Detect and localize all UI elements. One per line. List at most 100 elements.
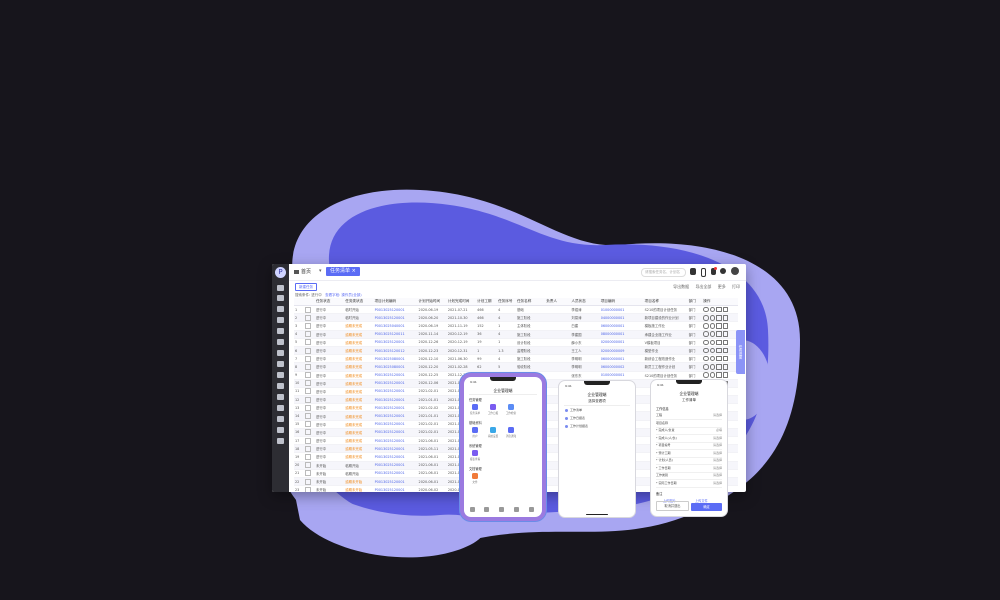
sidebar-nav-icon[interactable] bbox=[277, 438, 284, 444]
row-checkbox[interactable] bbox=[305, 478, 312, 485]
form-row[interactable]: * 项目编号 请选择 bbox=[656, 443, 722, 450]
sidebar-nav-icon[interactable] bbox=[277, 306, 284, 312]
row-checkbox[interactable] bbox=[305, 429, 312, 436]
row-checkbox[interactable] bbox=[305, 314, 312, 321]
column-header[interactable]: 计划开始时间 bbox=[417, 298, 447, 306]
view-icon[interactable] bbox=[703, 347, 709, 354]
row-checkbox[interactable] bbox=[305, 372, 312, 379]
column-header[interactable] bbox=[294, 298, 305, 306]
tab-home-icon[interactable] bbox=[470, 507, 475, 512]
form-row[interactable]: * 工作日期 请选择 bbox=[656, 466, 722, 473]
row-checkbox[interactable] bbox=[305, 470, 312, 477]
copy-icon[interactable] bbox=[716, 339, 722, 346]
sidebar-nav-icon[interactable] bbox=[277, 295, 284, 301]
form-row[interactable]: * 实际工作日期 请选择 bbox=[656, 481, 722, 488]
column-header[interactable]: 负责人 bbox=[545, 298, 571, 306]
sidebar-nav-icon[interactable] bbox=[277, 394, 284, 400]
print-button[interactable]: 打印 bbox=[732, 284, 740, 289]
search-icon[interactable] bbox=[690, 268, 696, 275]
row-checkbox[interactable] bbox=[305, 453, 312, 460]
file-icon[interactable] bbox=[472, 473, 478, 479]
export-button[interactable]: 导出数据 bbox=[673, 284, 689, 289]
search-input[interactable]: 请搜索任务名、计划名 bbox=[641, 268, 686, 277]
column-header[interactable]: 项目编码 bbox=[599, 298, 644, 306]
list-item[interactable]: 工作日报表 bbox=[565, 416, 585, 420]
column-header[interactable]: 计划工期 bbox=[476, 298, 498, 306]
row-checkbox[interactable] bbox=[305, 331, 312, 338]
delete-icon[interactable] bbox=[722, 331, 729, 337]
help-icon[interactable] bbox=[720, 268, 726, 274]
tab-grid-icon[interactable] bbox=[514, 507, 519, 512]
delete-icon[interactable] bbox=[722, 372, 729, 378]
tab-chart-icon[interactable] bbox=[499, 507, 504, 512]
delete-icon[interactable] bbox=[722, 355, 729, 362]
delete-icon[interactable] bbox=[722, 364, 729, 370]
view-icon[interactable] bbox=[703, 306, 709, 313]
edit-icon[interactable] bbox=[709, 372, 716, 378]
edit-icon[interactable] bbox=[709, 355, 716, 362]
table-row[interactable]: 6 进行中 逾期未完成 P0013025120012 2020-12-23 2020-12… bbox=[294, 346, 738, 356]
chevron-down-icon[interactable]: ▾ bbox=[319, 268, 322, 274]
row-checkbox[interactable] bbox=[305, 462, 312, 469]
list-item[interactable]: 工作计划报表 bbox=[565, 424, 588, 428]
form-row[interactable]: 工程 请选择 bbox=[656, 413, 722, 420]
export-all-button[interactable]: 导出全部 bbox=[695, 284, 711, 289]
copy-icon[interactable] bbox=[716, 355, 722, 362]
sidebar-nav-icon[interactable] bbox=[277, 372, 284, 378]
row-checkbox[interactable] bbox=[305, 339, 312, 346]
list-item[interactable]: 工作清单 bbox=[565, 408, 582, 412]
edit-icon[interactable] bbox=[709, 315, 716, 321]
sidebar-nav-icon[interactable] bbox=[277, 328, 284, 334]
delete-icon[interactable] bbox=[722, 315, 729, 321]
search-icon[interactable] bbox=[508, 404, 514, 410]
row-checkbox[interactable] bbox=[305, 363, 312, 370]
row-checkbox[interactable] bbox=[305, 306, 312, 313]
side-progress-tab[interactable]: 任务进度 bbox=[736, 330, 745, 374]
row-checkbox[interactable] bbox=[305, 445, 312, 452]
column-header[interactable]: 任务序号 bbox=[497, 298, 516, 306]
tab-home[interactable]: 首页 bbox=[294, 268, 311, 275]
cancel-button[interactable]: 取消并退出 bbox=[656, 501, 689, 511]
tab-user-icon[interactable] bbox=[529, 507, 534, 512]
phone-icon[interactable] bbox=[701, 268, 706, 277]
table-row[interactable]: 5 进行中 逾期未完成 P0013025120001 2020-12-26 2020-12… bbox=[294, 338, 738, 347]
view-icon[interactable] bbox=[703, 364, 709, 370]
form-row[interactable]: * 预计工期 请选择 bbox=[656, 451, 722, 458]
form-row[interactable]: 工作类别 请选择 bbox=[656, 473, 722, 480]
column-header[interactable]: 任务状态 bbox=[314, 298, 345, 306]
copy-icon[interactable] bbox=[716, 364, 722, 370]
delete-icon[interactable] bbox=[722, 323, 729, 329]
column-header[interactable]: 部门 bbox=[687, 298, 703, 306]
sidebar-nav-icon[interactable] bbox=[277, 405, 284, 411]
form-row[interactable]: * 计划(人员) 请选择 bbox=[656, 458, 722, 465]
sidebar-nav-icon[interactable] bbox=[277, 350, 284, 356]
edit-icon[interactable] bbox=[709, 339, 716, 346]
view-icon[interactable] bbox=[703, 372, 709, 378]
edit-icon[interactable] bbox=[709, 323, 716, 329]
delete-icon[interactable] bbox=[722, 339, 729, 346]
copy-icon[interactable] bbox=[716, 331, 722, 337]
row-checkbox[interactable] bbox=[305, 388, 312, 395]
sidebar-nav-icon[interactable] bbox=[277, 339, 284, 345]
table-row[interactable]: 1 进行中 临时开始 P0013025120001 2020-06-19 2021-07-… bbox=[294, 305, 738, 315]
avatar[interactable] bbox=[731, 267, 739, 275]
copy-icon[interactable] bbox=[716, 323, 722, 329]
sidebar-nav-icon[interactable] bbox=[277, 317, 284, 323]
edit-icon[interactable] bbox=[709, 306, 716, 313]
column-header[interactable]: 计划完成时间 bbox=[446, 298, 477, 306]
row-checkbox[interactable] bbox=[305, 404, 312, 411]
row-checkbox[interactable] bbox=[305, 355, 312, 362]
table-row[interactable]: 4 进行中 逾期未完成 P0013025120011 2020-11-14 2020-12… bbox=[294, 330, 738, 339]
sidebar-nav-icon[interactable] bbox=[277, 416, 284, 422]
column-header[interactable]: 任务名称 bbox=[515, 298, 546, 306]
row-checkbox[interactable] bbox=[305, 413, 312, 420]
view-icon[interactable] bbox=[703, 339, 709, 346]
task-list-icon[interactable] bbox=[472, 404, 478, 410]
sidebar-nav-icon[interactable] bbox=[277, 285, 284, 291]
new-task-button[interactable]: 新建任务 bbox=[295, 283, 317, 291]
edit-icon[interactable] bbox=[709, 347, 716, 354]
user-icon[interactable] bbox=[472, 427, 478, 433]
row-checkbox[interactable] bbox=[305, 421, 312, 428]
delete-icon[interactable] bbox=[722, 347, 729, 354]
form-row[interactable]: * 完成人/负责 必填 bbox=[656, 428, 722, 435]
